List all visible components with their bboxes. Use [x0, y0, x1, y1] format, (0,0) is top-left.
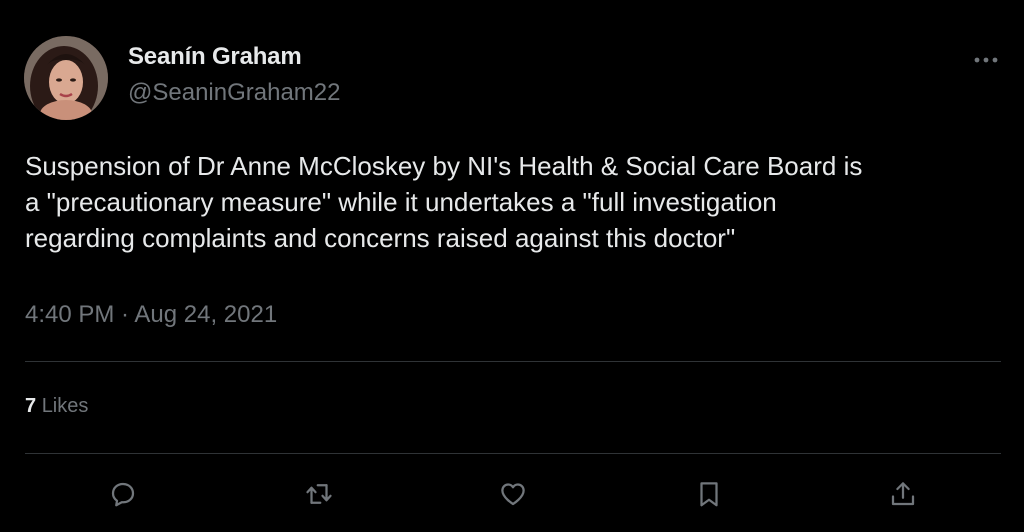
share-icon	[891, 482, 915, 506]
more-icon	[974, 57, 998, 63]
divider-bottom	[25, 453, 1001, 454]
avatar[interactable]	[24, 36, 108, 120]
avatar-image	[24, 36, 108, 120]
bookmark-button[interactable]	[689, 474, 729, 514]
likes-label: Likes	[41, 395, 89, 417]
tweet-timestamp[interactable]: 4:40 PM · Aug 24, 2021	[25, 301, 277, 329]
likes-stat[interactable]: 7 Likes	[25, 395, 88, 418]
action-bar	[0, 474, 1024, 514]
reply-button[interactable]	[103, 474, 143, 514]
divider-top	[25, 361, 1001, 362]
reply-icon	[111, 482, 135, 507]
tweet-text: Suspension of Dr Anne McCloskey by NI's …	[25, 151, 863, 253]
author-handle[interactable]: @SeaninGraham22	[128, 79, 340, 107]
share-button[interactable]	[883, 474, 923, 514]
like-button[interactable]	[493, 474, 533, 514]
more-button[interactable]	[968, 48, 1004, 72]
retweet-icon	[306, 484, 332, 504]
bookmark-icon	[700, 482, 718, 507]
likes-count: 7	[25, 395, 37, 417]
retweet-button[interactable]	[299, 474, 339, 514]
heart-icon	[501, 483, 525, 506]
author-name[interactable]: Seanín Graham	[128, 43, 302, 71]
